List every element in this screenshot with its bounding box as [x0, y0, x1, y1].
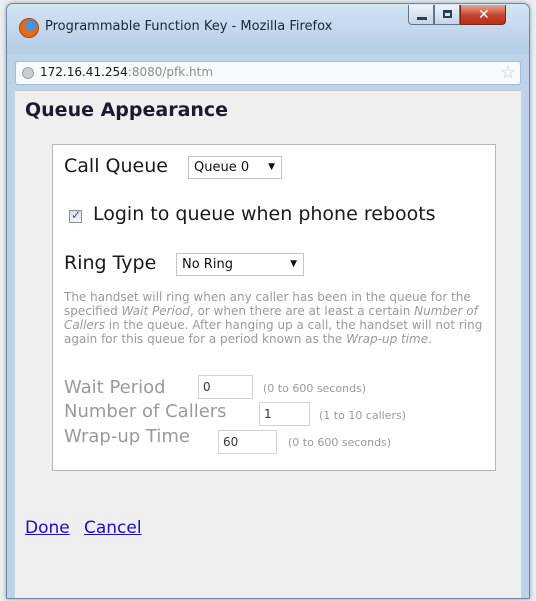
- page-content: Queue Appearance Call Queue Queue 0 ▼ ✓ …: [15, 90, 521, 598]
- checkmark-icon: ✓: [71, 208, 82, 222]
- wrapup-time-input[interactable]: 60: [218, 430, 277, 454]
- chevron-down-icon: ▼: [268, 162, 275, 172]
- wrapup-time-label: Wrap-up Time: [64, 426, 190, 447]
- title-bar[interactable]: Programmable Function Key - Mozilla Fire…: [7, 4, 529, 54]
- description-em: Wait Period: [121, 304, 190, 318]
- number-of-callers-input[interactable]: 1: [259, 402, 310, 426]
- minimize-icon: [417, 17, 427, 20]
- url-path: :8080/pfk.htm: [127, 65, 214, 79]
- firefox-logo-icon: [19, 18, 39, 38]
- call-queue-select[interactable]: Queue 0 ▼: [188, 156, 282, 179]
- browser-window: Programmable Function Key - Mozilla Fire…: [6, 3, 530, 599]
- site-identity-icon[interactable]: [22, 67, 34, 79]
- ring-type-select[interactable]: No Ring ▼: [176, 253, 304, 276]
- ring-type-value: No Ring: [182, 257, 233, 272]
- wait-period-hint: (0 to 600 seconds): [263, 382, 367, 395]
- url-host: 172.16.41.254: [40, 65, 128, 79]
- description-text: .: [428, 332, 432, 346]
- minimize-button[interactable]: [408, 5, 434, 25]
- close-icon: ✕: [478, 7, 490, 23]
- bookmark-star-icon[interactable]: ☆: [500, 62, 516, 84]
- wait-period-label: Wait Period: [64, 377, 166, 398]
- wrapup-time-hint: (0 to 600 seconds): [288, 436, 392, 449]
- call-queue-value: Queue 0: [194, 160, 250, 175]
- queue-settings-panel: Call Queue Queue 0 ▼ ✓ Login to queue wh…: [52, 144, 496, 471]
- wait-period-input[interactable]: 0: [198, 375, 253, 399]
- login-checkbox[interactable]: ✓: [69, 208, 82, 223]
- number-of-callers-hint: (1 to 10 callers): [319, 409, 407, 422]
- call-queue-label: Call Queue: [64, 155, 168, 177]
- done-link[interactable]: Done: [25, 518, 70, 538]
- number-of-callers-label: Number of Callers: [64, 401, 227, 422]
- url-text[interactable]: 172.16.41.254:8080/pfk.htm: [40, 65, 213, 79]
- close-button[interactable]: ✕: [460, 5, 506, 25]
- description-em: Wrap-up time: [346, 332, 429, 346]
- page-title: Queue Appearance: [25, 99, 229, 121]
- description-text: , or when there are at least a certain: [189, 304, 415, 318]
- cancel-link[interactable]: Cancel: [84, 518, 142, 538]
- maximize-icon: [443, 10, 452, 18]
- ring-description: The handset will ring when any caller ha…: [64, 290, 489, 346]
- window-title: Programmable Function Key - Mozilla Fire…: [45, 19, 333, 34]
- chevron-down-icon: ▼: [290, 259, 297, 269]
- address-bar[interactable]: 172.16.41.254:8080/pfk.htm ☆: [15, 61, 521, 85]
- maximize-button[interactable]: [434, 5, 460, 25]
- ring-type-label: Ring Type: [64, 252, 157, 274]
- login-checkbox-label[interactable]: Login to queue when phone reboots: [93, 203, 436, 225]
